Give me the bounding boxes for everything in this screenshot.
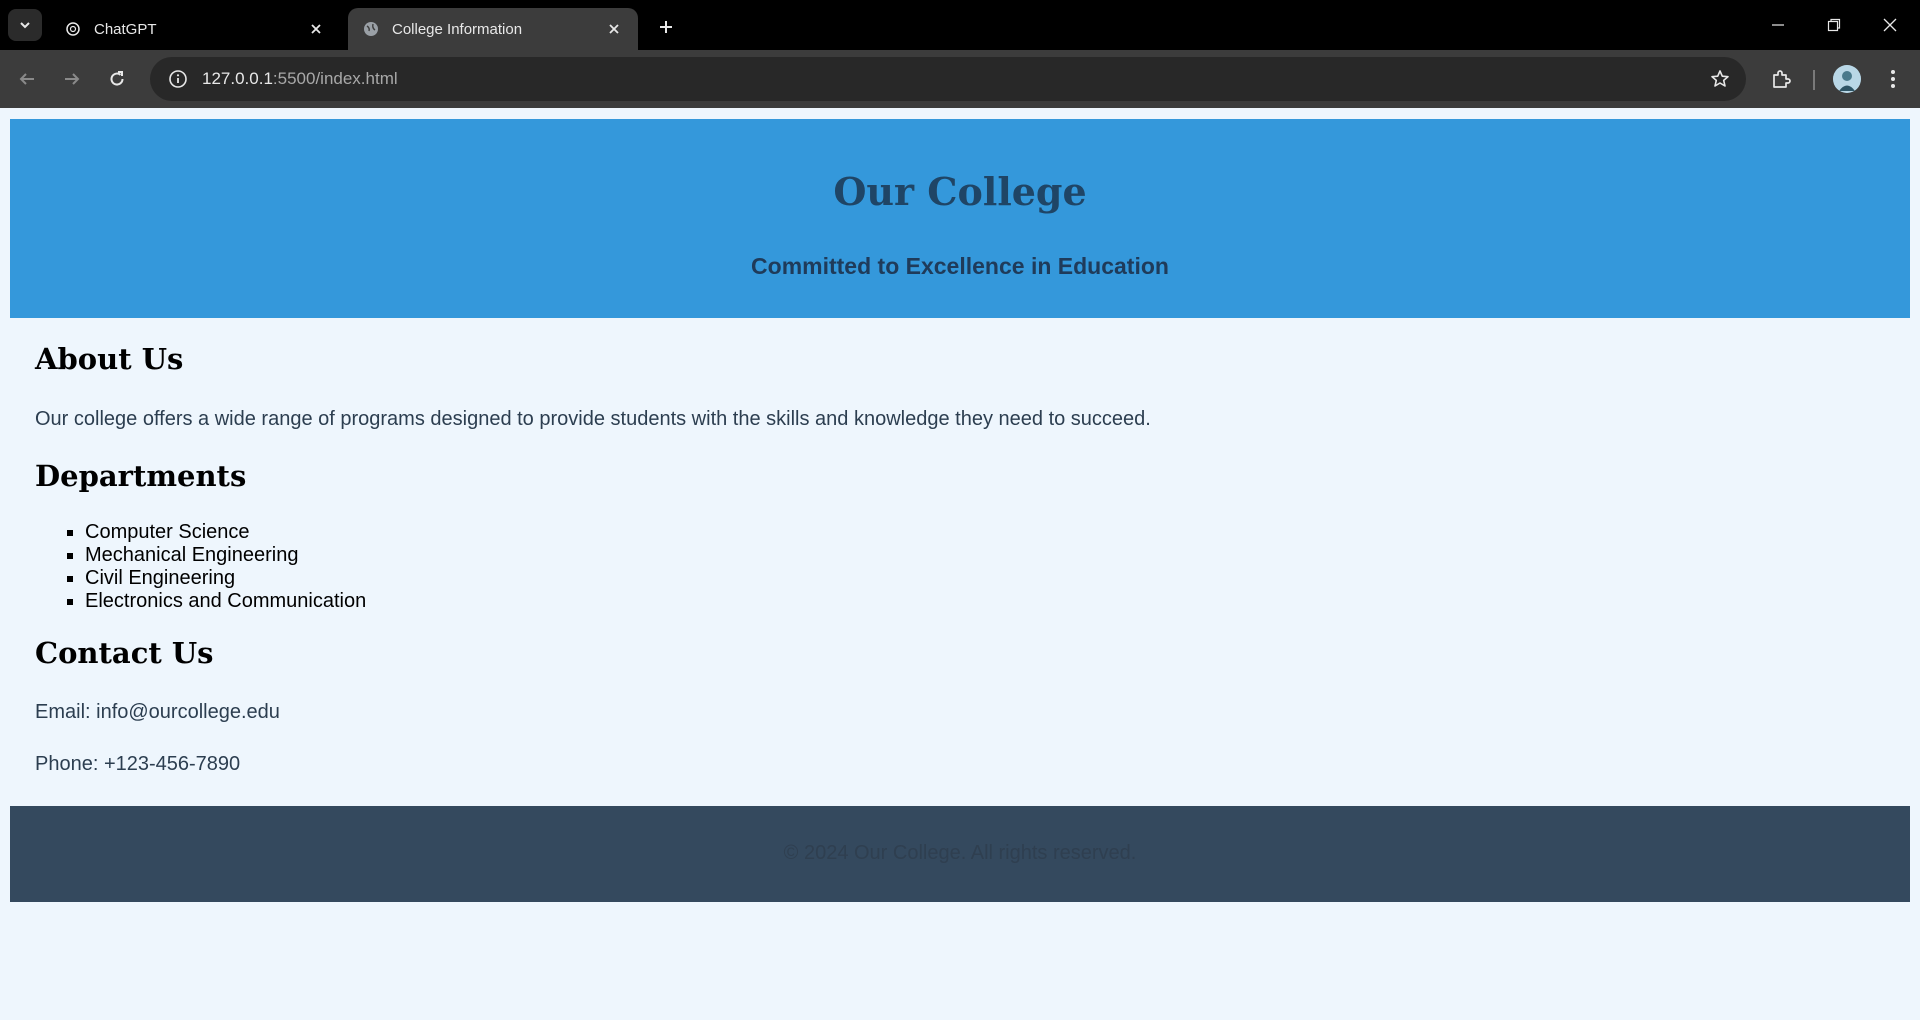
browser-toolbar: 127.0.0.1:5500/index.html <box>0 50 1920 108</box>
tab-title: College Information <box>392 20 523 38</box>
chevron-down-icon <box>20 22 30 29</box>
about-heading: About Us <box>35 342 184 376</box>
url-host: 127.0.0.1 <box>202 69 273 88</box>
chatgpt-icon <box>64 20 82 38</box>
tab-search-button[interactable] <box>8 9 42 41</box>
tab-title: ChatGPT <box>94 20 157 38</box>
profile-avatar[interactable] <box>1833 65 1861 93</box>
puzzle-icon <box>1773 70 1791 88</box>
address-bar[interactable]: 127.0.0.1:5500/index.html <box>150 57 1746 101</box>
departments-list: Computer Science Mechanical Engineering … <box>85 521 366 613</box>
contact-heading: Contact Us <box>35 636 214 670</box>
about-text: Our college offers a wide range of progr… <box>35 408 1151 430</box>
site-info-icon[interactable] <box>164 65 192 93</box>
new-tab-button[interactable] <box>652 13 680 41</box>
reload-icon <box>110 71 124 86</box>
close-icon[interactable] <box>604 19 624 39</box>
contact-phone: Phone: +123-456-7890 <box>35 753 241 775</box>
list-item: Mechanical Engineering <box>85 544 366 567</box>
footer-copyright: © 2024 Our College. All rights reserved. <box>783 842 1137 864</box>
site-tagline: Committed to Excellence in Education <box>751 253 1169 279</box>
minimize-icon <box>1772 24 1784 26</box>
toolbar-divider <box>1813 70 1815 90</box>
menu-button[interactable] <box>1877 63 1909 95</box>
tab-chatgpt[interactable]: ChatGPT <box>50 8 340 50</box>
tab-college-information[interactable]: College Information <box>348 8 638 50</box>
url-path: :5500/index.html <box>272 69 398 88</box>
close-icon <box>1883 18 1897 32</box>
arrow-right-icon <box>65 73 80 85</box>
forward-button[interactable] <box>56 63 88 95</box>
window-close-button[interactable] <box>1862 0 1918 50</box>
restore-button[interactable] <box>1806 0 1862 50</box>
arrow-left-icon <box>19 73 34 85</box>
close-icon[interactable] <box>306 19 326 39</box>
list-item: Computer Science <box>85 521 366 544</box>
departments-heading: Departments <box>35 459 247 493</box>
site-footer: © 2024 Our College. All rights reserved. <box>10 806 1910 902</box>
contact-email: Email: info@ourcollege.edu <box>35 701 280 723</box>
globe-icon <box>362 20 380 38</box>
list-item: Civil Engineering <box>85 567 366 590</box>
restore-icon <box>1827 18 1841 32</box>
more-vertical-icon <box>1891 70 1895 88</box>
reload-button[interactable] <box>101 63 133 95</box>
extensions-button[interactable] <box>1765 63 1797 95</box>
plus-icon <box>660 21 672 33</box>
back-button[interactable] <box>11 63 43 95</box>
page-viewport: Our College Committed to Excellence in E… <box>0 108 1920 1020</box>
site-title: Our College <box>833 169 1087 214</box>
bookmark-star-icon[interactable] <box>1708 67 1732 91</box>
minimize-button[interactable] <box>1750 0 1806 50</box>
site-header: Our College Committed to Excellence in E… <box>10 119 1910 318</box>
list-item: Electronics and Communication <box>85 590 366 613</box>
url-text[interactable]: 127.0.0.1:5500/index.html <box>202 69 398 89</box>
tab-strip: ChatGPT College Information <box>0 0 1920 50</box>
